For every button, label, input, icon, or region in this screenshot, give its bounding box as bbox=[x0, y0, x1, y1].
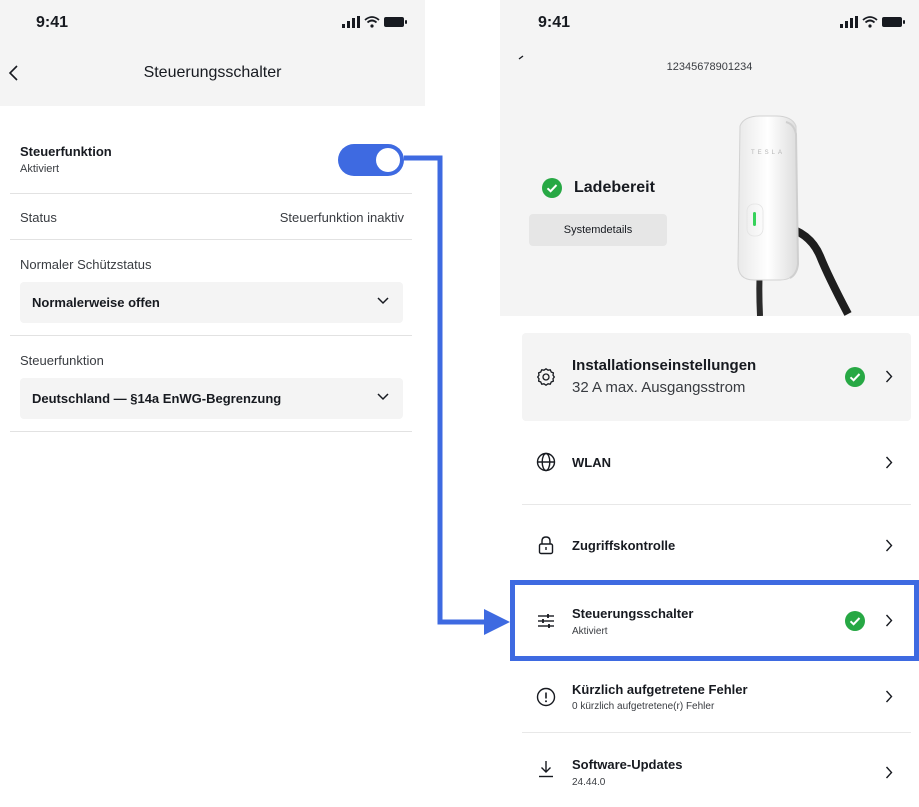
sliders-icon bbox=[538, 614, 554, 628]
battery-icon bbox=[882, 17, 905, 27]
menu-item-installation-settings[interactable]: Installationseinstellungen 32 A max. Aus… bbox=[522, 333, 911, 421]
nav-header: Steuerungsschalter bbox=[0, 46, 425, 106]
left-screen: 9:41 Steuerungsschalter Steuerfunktion A… bbox=[0, 0, 425, 807]
check-circle-icon bbox=[845, 611, 865, 631]
battery-icon bbox=[384, 17, 407, 27]
wifi-icon bbox=[364, 16, 380, 28]
contactor-status-value: Normalerweise offen bbox=[32, 295, 160, 310]
menu-item-title: WLAN bbox=[572, 455, 611, 470]
charger-overview: 12345678901234 Ladebereit Systemdetails … bbox=[500, 46, 919, 316]
chevron-right-icon bbox=[885, 766, 893, 779]
right-screen: 9:41 12345678901234 Ladebereit Systemdet… bbox=[500, 0, 919, 807]
menu-item-title: Software-Updates bbox=[572, 757, 683, 772]
menu-item-subtitle: 24.44.0 bbox=[572, 777, 606, 788]
toggle-subtitle: Aktiviert bbox=[20, 163, 60, 175]
chevron-right-icon bbox=[885, 456, 893, 469]
page-title: Steuerungsschalter bbox=[143, 64, 282, 81]
serial-number: 12345678901234 bbox=[666, 61, 753, 73]
menu-item-subtitle: Aktiviert bbox=[572, 626, 608, 637]
menu-item-title: Steuerungsschalter bbox=[572, 606, 694, 621]
charger-status: Ladebereit bbox=[542, 178, 655, 198]
menu-item-subtitle: 32 A max. Ausgangsstrom bbox=[572, 379, 746, 396]
menu-item-title: Installationseinstellungen bbox=[572, 357, 757, 374]
status-icons bbox=[840, 16, 906, 28]
control-function-dropdown[interactable]: Deutschland — §14a EnWG-Begrenzung bbox=[20, 378, 403, 419]
cellular-signal-icon bbox=[342, 16, 360, 28]
status-row: Status Steuerfunktion inaktiv bbox=[10, 194, 412, 240]
chevron-right-icon bbox=[885, 690, 893, 703]
chevron-down-icon bbox=[377, 393, 389, 401]
gear-icon bbox=[537, 368, 555, 386]
chevron-right-icon bbox=[885, 614, 893, 627]
contactor-status-section: Normaler Schützstatus Normalerweise offe… bbox=[10, 240, 412, 336]
status-bar: 9:41 bbox=[500, 0, 919, 46]
chevron-right-icon bbox=[885, 370, 893, 383]
check-circle-icon bbox=[542, 178, 562, 198]
toggle-title: Steuerfunktion bbox=[20, 144, 112, 159]
control-function-section: Steuerfunktion Deutschland — §14a EnWG-B… bbox=[10, 336, 412, 432]
lock-icon bbox=[538, 536, 554, 555]
download-icon bbox=[539, 761, 553, 778]
menu-item-access-control[interactable]: Zugriffskontrolle bbox=[522, 505, 911, 585]
menu-item-recent-errors[interactable]: Kürzlich aufgetretene Fehler 0 kürzlich … bbox=[522, 667, 911, 733]
menu-item-software-updates[interactable]: Software-Updates 24.44.0 bbox=[522, 733, 911, 807]
tesla-wordmark: TESLA bbox=[751, 150, 785, 156]
toggle-knob bbox=[376, 148, 400, 172]
menu-item-title: Zugriffskontrolle bbox=[572, 538, 676, 553]
system-details-button[interactable]: Systemdetails bbox=[529, 214, 667, 246]
chevron-right-icon bbox=[885, 539, 893, 552]
menu-item-wlan[interactable]: WLAN bbox=[522, 421, 911, 505]
wall-connector-image: TESLA bbox=[737, 115, 852, 316]
status-bar: 9:41 bbox=[0, 0, 425, 46]
settings-body: Steuerfunktion Aktiviert Status Steuerfu… bbox=[0, 106, 425, 807]
status-time: 9:41 bbox=[538, 14, 571, 31]
contactor-status-label: Normaler Schützstatus bbox=[20, 257, 152, 272]
menu-item-title: Kürzlich aufgetretene Fehler bbox=[572, 682, 748, 697]
control-function-row: Steuerfunktion Aktiviert bbox=[10, 136, 412, 194]
cellular-signal-icon bbox=[840, 16, 858, 28]
globe-icon bbox=[536, 452, 556, 472]
wifi-icon bbox=[862, 16, 878, 28]
contactor-status-dropdown[interactable]: Normalerweise offen bbox=[20, 282, 403, 323]
control-function-toggle[interactable] bbox=[338, 144, 404, 176]
menu-item-subtitle: 0 kürzlich aufgetretene(r) Fehler bbox=[572, 701, 715, 712]
status-value: Steuerfunktion inaktiv bbox=[279, 210, 404, 225]
chevron-down-icon bbox=[377, 297, 389, 305]
menu-item-control-switch[interactable]: Steuerungsschalter Aktiviert bbox=[522, 585, 911, 657]
status-time: 9:41 bbox=[36, 14, 69, 31]
control-function-label: Steuerfunktion bbox=[20, 353, 104, 368]
control-function-value: Deutschland — §14a EnWG-Begrenzung bbox=[32, 391, 282, 406]
alert-icon bbox=[536, 687, 556, 707]
status-label: Status bbox=[20, 210, 57, 225]
charger-status-text: Ladebereit bbox=[574, 179, 655, 196]
check-circle-icon bbox=[845, 367, 865, 387]
status-icons bbox=[342, 16, 408, 28]
